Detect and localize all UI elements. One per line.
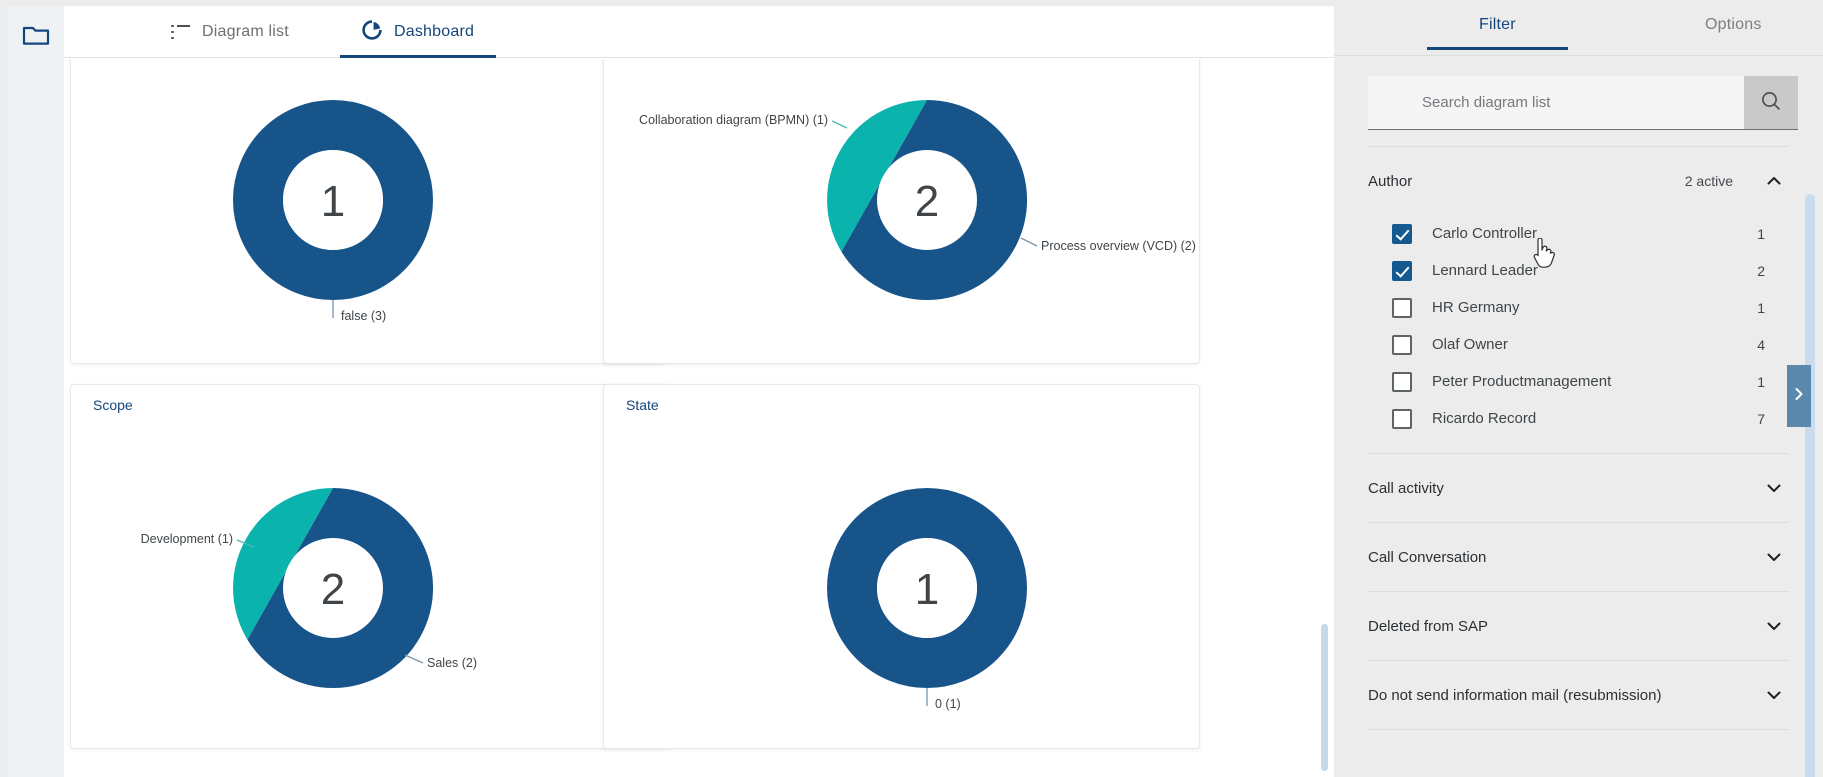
filter-section-call-activity-title: Call activity: [1368, 479, 1444, 497]
filter-option-count: 1: [1757, 299, 1765, 316]
filter-section-call-activity: Call activity: [1368, 453, 1789, 522]
dashboard-content: 1 false (3) 2 Collaboration diagram (BPM…: [64, 59, 1334, 777]
search-input[interactable]: [1368, 76, 1744, 129]
donut-chart-3-center: 2: [321, 565, 345, 614]
donut-chart-2-label-1: Process overview (VCD) (2): [1041, 239, 1196, 253]
filter-section-deleted-from-sap: Deleted from SAP: [1368, 591, 1789, 660]
filter-section-divider-end: [1368, 729, 1789, 730]
filter-section-do-not-send-information-mail-header[interactable]: Do not send information mail (resubmissi…: [1368, 661, 1789, 729]
chart-card-1: 1 false (3): [70, 59, 667, 364]
filter-option-count: 2: [1757, 262, 1765, 279]
filter-section-call-conversation-header[interactable]: Call Conversation: [1368, 523, 1789, 591]
filter-section-deleted-from-sap-header[interactable]: Deleted from SAP: [1368, 592, 1789, 660]
filter-section-author-meta: 2 active: [1684, 173, 1733, 189]
checkbox-peter-productmanagement[interactable]: [1392, 371, 1412, 392]
donut-chart-2[interactable]: 2 Collaboration diagram (BPMN) (1) Proce…: [604, 59, 1201, 365]
filter-option-label: Olaf Owner: [1432, 336, 1508, 353]
chevron-down-icon[interactable]: [1765, 479, 1783, 497]
tab-filter-label: Filter: [1479, 16, 1516, 33]
filter-sections-scroll: Author 2 active Carlo Controller 1 Lenna…: [1334, 146, 1823, 777]
filter-option-count: 1: [1757, 373, 1765, 390]
tab-options-label: Options: [1705, 16, 1762, 33]
chevron-down-icon[interactable]: [1765, 548, 1783, 566]
search-icon: [1760, 90, 1782, 115]
donut-chart-3[interactable]: 2 Development (1) Sales (2): [71, 385, 668, 750]
search-button[interactable]: [1744, 76, 1798, 129]
checkbox-hr-germany[interactable]: [1392, 297, 1412, 318]
donut-chart-1-center: 1: [321, 177, 345, 226]
donut-chart-icon: [362, 19, 382, 45]
filter-option-label: Carlo Controller: [1432, 225, 1538, 242]
folder-icon[interactable]: [22, 24, 50, 46]
filter-option-ricardo-record[interactable]: Ricardo Record 7: [1368, 400, 1789, 437]
filter-section-call-conversation: Call Conversation: [1368, 522, 1789, 591]
filter-panel: Filter Options Author: [1334, 0, 1823, 777]
donut-chart-4[interactable]: 1 0 (1): [604, 385, 1201, 750]
panel-collapse-handle[interactable]: [1787, 365, 1811, 427]
filter-option-label: HR Germany: [1432, 299, 1520, 316]
main-tabbar: Diagram list Dashboard: [64, 6, 1334, 58]
filter-panel-scrollbar[interactable]: [1805, 194, 1815, 777]
filter-option-carlo-controller[interactable]: Carlo Controller 1: [1368, 215, 1789, 252]
donut-chart-4-label-0: 0 (1): [935, 697, 961, 711]
tab-options[interactable]: Options: [1705, 16, 1762, 34]
filter-option-count: 1: [1757, 225, 1765, 242]
checkbox-carlo-controller[interactable]: [1392, 223, 1412, 244]
filter-option-hr-germany[interactable]: HR Germany 1: [1368, 289, 1789, 326]
tab-dashboard[interactable]: Dashboard: [339, 6, 497, 58]
filter-option-lennard-leader[interactable]: Lennard Leader 2: [1368, 252, 1789, 289]
tab-dashboard-label: Dashboard: [394, 23, 475, 40]
chevron-down-icon[interactable]: [1765, 617, 1783, 635]
filter-option-count: 7: [1757, 410, 1765, 427]
filter-section-author-spacer: [1368, 437, 1789, 453]
filter-section-do-not-send-information-mail: Do not send information mail (resubmissi…: [1368, 660, 1789, 729]
chart-card-2: 2 Collaboration diagram (BPMN) (1) Proce…: [603, 59, 1200, 364]
left-rail: [8, 6, 64, 777]
chevron-down-icon[interactable]: [1765, 686, 1783, 704]
checkbox-olaf-owner[interactable]: [1392, 334, 1412, 355]
filter-option-label: Lennard Leader: [1432, 262, 1538, 279]
content-scrollbar[interactable]: [1321, 624, 1328, 771]
donut-chart-4-center: 1: [915, 565, 939, 614]
checkbox-ricardo-record[interactable]: [1392, 408, 1412, 429]
tab-diagram-list[interactable]: Diagram list: [171, 6, 289, 58]
chart-card-3: Scope 2 Development (1) Sales (2): [70, 384, 667, 749]
donut-chart-3-label-0: Development (1): [141, 532, 233, 546]
donut-chart-2-label-0: Collaboration diagram (BPMN) (1): [639, 113, 828, 127]
filter-option-label: Peter Productmanagement: [1432, 373, 1612, 390]
tab-filter[interactable]: Filter: [1427, 16, 1568, 50]
filter-section-author: Author 2 active Carlo Controller 1 Lenna…: [1368, 146, 1789, 453]
donut-chart-1[interactable]: 1 false (3): [71, 59, 668, 365]
chevron-right-icon: [1792, 387, 1806, 406]
chevron-up-icon[interactable]: [1765, 172, 1783, 190]
filter-section-do-not-send-information-mail-title: Do not send information mail (resubmissi…: [1368, 686, 1662, 704]
donut-chart-3-label-1: Sales (2): [427, 656, 477, 670]
list-icon: [171, 24, 190, 40]
search-bar: [1368, 76, 1798, 130]
filter-option-peter-productmanagement[interactable]: Peter Productmanagement 1: [1368, 363, 1789, 400]
filter-option-count: 4: [1757, 336, 1765, 353]
checkbox-lennard-leader[interactable]: [1392, 260, 1412, 281]
app-root: Diagram list Dashboard 1 false (3) 2 Col…: [0, 0, 1823, 777]
filter-section-deleted-from-sap-title: Deleted from SAP: [1368, 617, 1489, 635]
donut-chart-1-label-0: false (3): [341, 309, 386, 323]
filter-section-call-conversation-title: Call Conversation: [1368, 548, 1487, 566]
donut-chart-2-center: 2: [915, 177, 939, 226]
filter-section-call-activity-header[interactable]: Call activity: [1368, 454, 1789, 522]
filter-option-olaf-owner[interactable]: Olaf Owner 4: [1368, 326, 1789, 363]
filter-section-author-header[interactable]: Author 2 active: [1368, 147, 1789, 215]
tab-diagram-list-label: Diagram list: [202, 23, 289, 40]
filter-panel-tabs: Filter Options: [1334, 0, 1823, 56]
filter-section-author-title: Author: [1368, 172, 1413, 190]
filter-option-label: Ricardo Record: [1432, 410, 1537, 427]
main-panel: Diagram list Dashboard 1 false (3) 2 Col…: [64, 6, 1334, 777]
chart-card-4: State 1 0 (1): [603, 384, 1200, 749]
